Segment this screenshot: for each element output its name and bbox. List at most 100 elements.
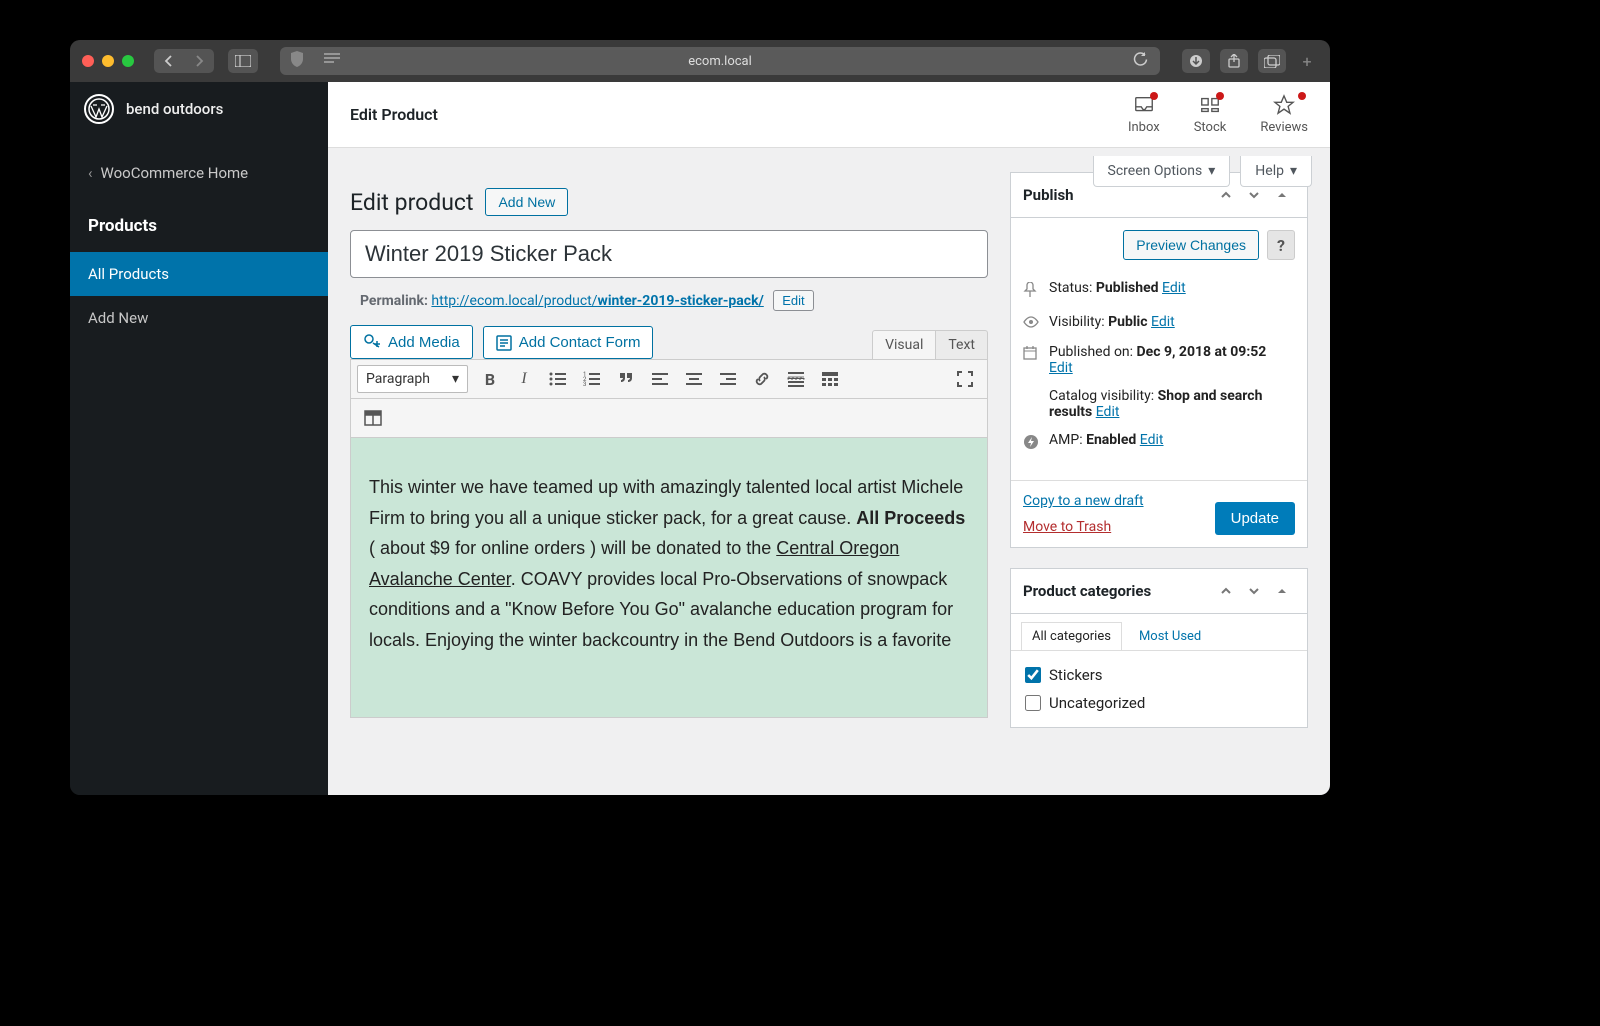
align-right-button[interactable] — [712, 364, 744, 394]
move-to-trash-link[interactable]: Move to Trash — [1023, 519, 1144, 535]
sidebar-header[interactable]: bend outdoors — [70, 82, 328, 136]
traffic-lights — [82, 55, 134, 67]
table-button[interactable] — [357, 403, 389, 433]
italic-button[interactable]: I — [508, 364, 540, 394]
editor-mode-tabs: Visual Text — [872, 330, 988, 359]
help-icon[interactable]: ? — [1267, 230, 1295, 260]
publish-title: Publish — [1023, 186, 1074, 204]
edit-date-link[interactable]: Edit — [1049, 360, 1073, 376]
screen-options-button[interactable]: Screen Options ▾ — [1093, 156, 1231, 187]
edit-catalog-link[interactable]: Edit — [1096, 404, 1120, 420]
reload-icon[interactable] — [1133, 52, 1148, 71]
browser-window: ecom.local + bend outdoors ‹ WooCommerce… — [70, 40, 1330, 795]
edit-visibility-link[interactable]: Edit — [1151, 314, 1175, 330]
pin-icon — [1023, 282, 1039, 302]
back-to-woocommerce[interactable]: ‹ WooCommerce Home — [70, 136, 328, 200]
categories-title: Product categories — [1023, 582, 1151, 600]
editor-content[interactable]: This winter we have teamed up with amazi… — [350, 438, 988, 718]
edit-status-link[interactable]: Edit — [1162, 280, 1186, 296]
privacy-shield-icon — [290, 51, 304, 71]
wordpress-logo-icon — [84, 94, 114, 124]
chevron-down-icon: ▾ — [1208, 163, 1215, 179]
align-center-button[interactable] — [678, 364, 710, 394]
page-title: Edit product — [350, 189, 473, 216]
address-bar[interactable]: ecom.local — [280, 47, 1160, 75]
reader-mode-icon[interactable] — [324, 53, 340, 69]
close-window-button[interactable] — [82, 55, 94, 67]
bold-button[interactable]: B — [474, 364, 506, 394]
tab-all-categories[interactable]: All categories — [1021, 622, 1122, 650]
sidebar-item-add-new[interactable]: Add New — [70, 296, 328, 340]
category-item-stickers[interactable]: Stickers — [1025, 661, 1293, 689]
tab-inbox[interactable]: Inbox — [1128, 94, 1160, 135]
wp-admin: bend outdoors ‹ WooCommerce Home Product… — [70, 82, 1330, 795]
add-contact-form-button[interactable]: Add Contact Form — [483, 326, 654, 359]
sidebar-item-all-products[interactable]: All Products — [70, 252, 328, 296]
category-checkbox[interactable] — [1025, 695, 1041, 711]
svg-text:3: 3 — [583, 381, 586, 388]
forward-button[interactable] — [184, 49, 214, 73]
move-up-button[interactable] — [1213, 579, 1239, 603]
quote-button[interactable] — [610, 364, 642, 394]
form-icon — [496, 335, 512, 351]
move-down-button[interactable] — [1241, 579, 1267, 603]
insert-more-button[interactable] — [780, 364, 812, 394]
chevron-down-icon: ▾ — [452, 371, 459, 387]
notification-dot-icon — [1150, 92, 1158, 100]
star-icon — [1273, 94, 1295, 116]
url-text: ecom.local — [688, 54, 752, 69]
sidebar-toggle-button[interactable] — [228, 49, 258, 73]
permalink-link[interactable]: http://ecom.local/product/winter-2019-st… — [431, 293, 763, 309]
main-column: Edit product Add New Permalink: http://e… — [350, 172, 988, 748]
permalink-edit-button[interactable]: Edit — [773, 290, 813, 311]
amp-icon — [1023, 434, 1039, 454]
tabs-button[interactable] — [1258, 49, 1286, 73]
tab-label: Inbox — [1128, 120, 1160, 135]
add-new-button[interactable]: Add New — [485, 188, 568, 216]
format-select[interactable]: Paragraph▾ — [357, 365, 468, 393]
content-columns: Edit product Add New Permalink: http://e… — [328, 148, 1330, 766]
align-left-button[interactable] — [644, 364, 676, 394]
bullet-list-button[interactable] — [542, 364, 574, 394]
update-button[interactable]: Update — [1215, 502, 1295, 535]
share-button[interactable] — [1220, 49, 1248, 73]
link-button[interactable] — [746, 364, 778, 394]
number-list-button[interactable]: 123 — [576, 364, 608, 394]
nav-buttons — [154, 49, 214, 73]
help-button[interactable]: Help ▾ — [1240, 156, 1312, 187]
category-list: Stickers Uncategorized — [1011, 651, 1307, 727]
categories-box: Product categories All categories Most U… — [1010, 568, 1308, 728]
tab-visual[interactable]: Visual — [872, 330, 936, 359]
notification-dot-icon — [1216, 92, 1224, 100]
calendar-icon — [1023, 346, 1039, 364]
toolbar-toggle-button[interactable] — [814, 364, 846, 394]
category-item-uncategorized[interactable]: Uncategorized — [1025, 689, 1293, 717]
minimize-window-button[interactable] — [102, 55, 114, 67]
categories-header: Product categories — [1011, 569, 1307, 614]
add-media-button[interactable]: Add Media — [350, 325, 473, 359]
side-column: Publish Preview Changes ? — [1010, 172, 1308, 748]
header-title: Edit Product — [350, 105, 438, 124]
tab-stock[interactable]: Stock — [1194, 94, 1227, 135]
tab-label: Reviews — [1260, 120, 1308, 135]
sidebar-section-products[interactable]: Products — [70, 200, 328, 252]
copy-draft-link[interactable]: Copy to a new draft — [1023, 493, 1144, 509]
site-name: bend outdoors — [126, 100, 223, 118]
toggle-panel-button[interactable] — [1269, 579, 1295, 603]
chevron-down-icon: ▾ — [1290, 163, 1297, 179]
fullscreen-button[interactable] — [949, 364, 981, 394]
back-label: WooCommerce Home — [101, 164, 249, 182]
category-checkbox[interactable] — [1025, 667, 1041, 683]
tab-text[interactable]: Text — [936, 330, 988, 359]
downloads-button[interactable] — [1182, 49, 1210, 73]
new-tab-button[interactable]: + — [1296, 52, 1318, 71]
tab-most-used[interactable]: Most Used — [1128, 622, 1212, 650]
back-button[interactable] — [154, 49, 184, 73]
edit-amp-link[interactable]: Edit — [1140, 432, 1164, 448]
product-title-input[interactable] — [350, 230, 988, 278]
preview-changes-button[interactable]: Preview Changes — [1123, 230, 1259, 260]
permalink-row: Permalink: http://ecom.local/product/win… — [350, 286, 988, 325]
maximize-window-button[interactable] — [122, 55, 134, 67]
permalink-label: Permalink: — [360, 293, 428, 309]
tab-reviews[interactable]: Reviews — [1260, 94, 1308, 135]
